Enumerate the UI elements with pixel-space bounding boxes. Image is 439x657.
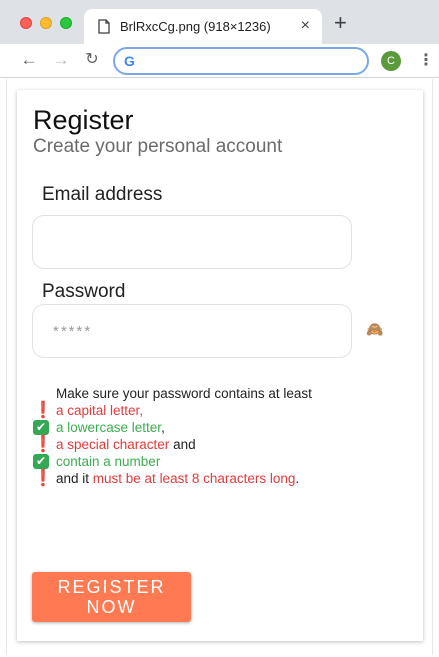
browser-tab[interactable]: BrlRxcCg.png (918×1236) ×: [84, 9, 322, 44]
forward-arrow-icon[interactable]: →: [50, 49, 72, 71]
document-icon: [98, 19, 110, 39]
new-tab-button[interactable]: +: [334, 12, 347, 34]
page-title: Register: [33, 105, 134, 135]
page-subtitle: Create your personal account: [33, 136, 283, 157]
password-visibility-monkey-icon[interactable]: 🙈: [366, 320, 384, 338]
requirements-intro: Make sure your password contains at leas…: [56, 386, 312, 401]
register-now-button[interactable]: REGISTER NOW: [32, 572, 191, 622]
browser-chrome: BrlRxcCg.png (918×1236) × + ← → ↻ G C ⋮: [0, 0, 439, 78]
menu-icon[interactable]: ⋮: [418, 50, 434, 70]
reload-icon[interactable]: ↻: [81, 49, 103, 71]
address-bar[interactable]: G: [113, 47, 369, 75]
password-field[interactable]: [32, 304, 352, 358]
check-icon: ✔: [33, 420, 49, 435]
requirement-item: ✔ contain a number: [33, 453, 363, 470]
tab-title: BrlRxcCg.png (918×1236): [120, 19, 271, 34]
requirement-item: ❗ a capital letter,: [33, 402, 144, 419]
browser-toolbar: ← → ↻ G C ⋮: [0, 44, 439, 78]
email-field[interactable]: [32, 215, 352, 269]
maximize-window-button[interactable]: [60, 17, 72, 29]
profile-avatar[interactable]: C: [381, 51, 401, 71]
requirement-item: ❗ and it must be at least 8 characters l…: [33, 470, 300, 487]
address-input[interactable]: [143, 52, 363, 70]
password-requirements: Make sure your password contains at leas…: [33, 385, 363, 487]
back-arrow-icon[interactable]: ←: [18, 49, 40, 71]
google-icon: G: [124, 53, 135, 69]
tab-close-icon[interactable]: ×: [301, 17, 310, 35]
requirement-item: ❗ a special character and: [33, 436, 196, 453]
requirement-item: ✔ a lowercase letter,: [33, 419, 363, 436]
email-label: Email address: [42, 184, 163, 205]
exclamation-icon: ❗: [33, 436, 53, 453]
minimize-window-button[interactable]: [40, 17, 52, 29]
register-card: Register Create your personal account Em…: [17, 90, 423, 641]
page-viewport: Register Create your personal account Em…: [6, 79, 433, 655]
exclamation-icon: ❗: [33, 470, 53, 487]
password-label: Password: [42, 281, 126, 302]
close-window-button[interactable]: [20, 17, 32, 29]
check-icon: ✔: [33, 454, 49, 469]
exclamation-icon: ❗: [33, 402, 53, 419]
